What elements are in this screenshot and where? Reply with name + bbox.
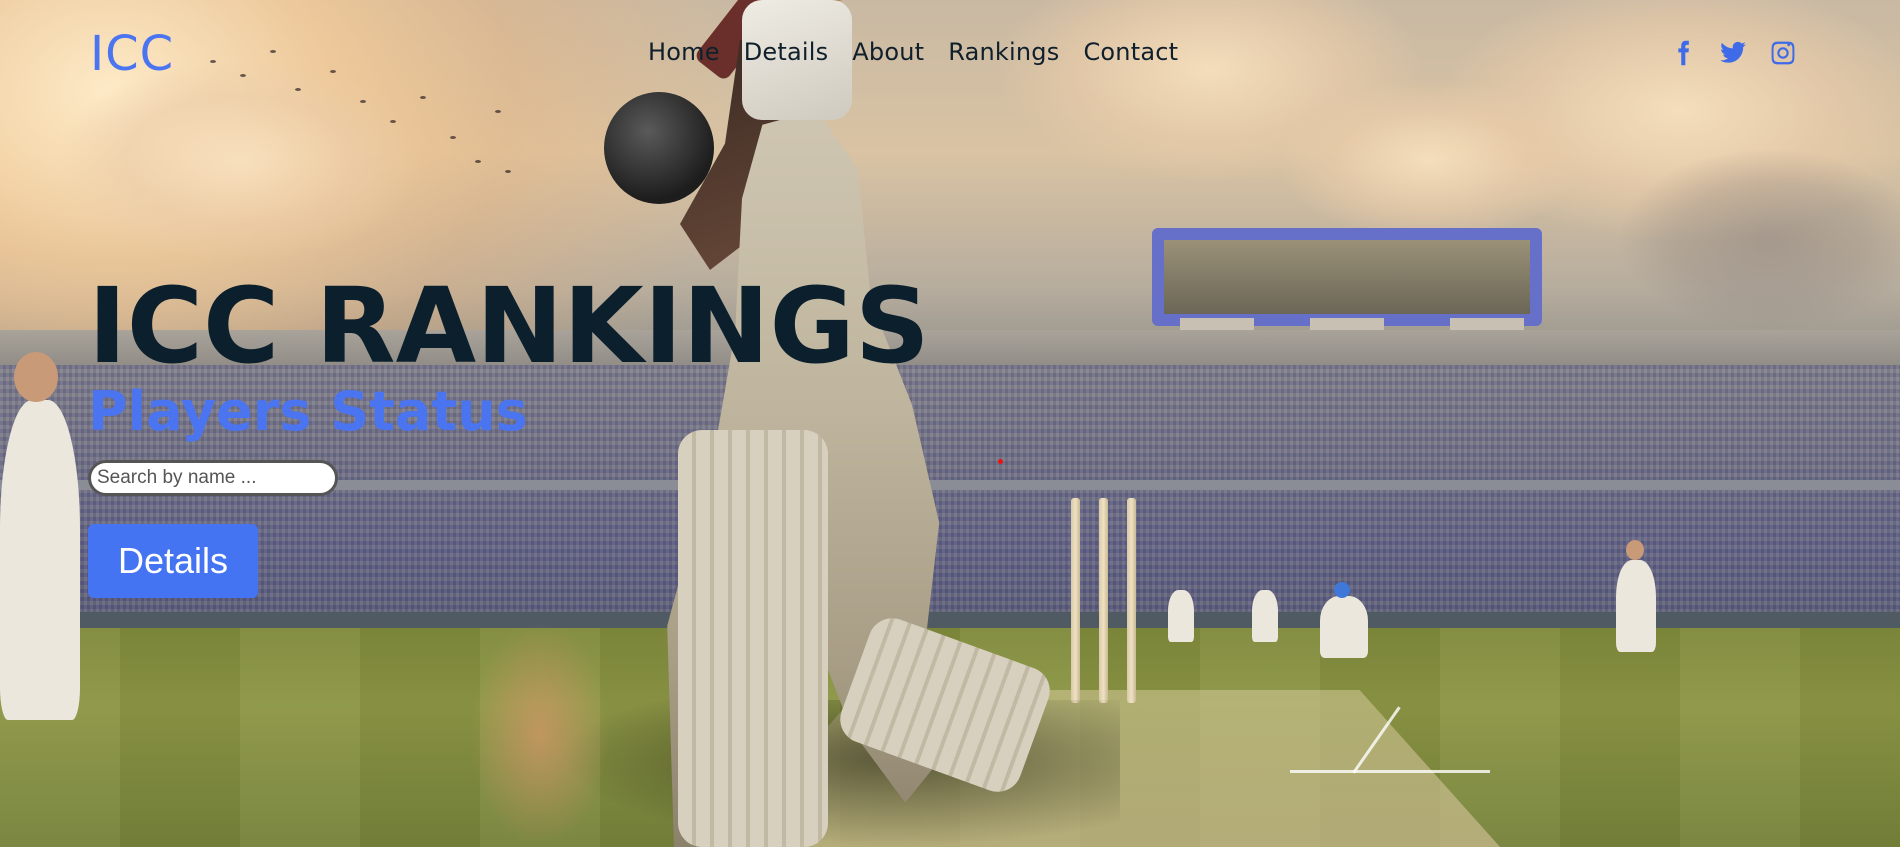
scoreboard <box>1152 228 1542 326</box>
nav-link-home[interactable]: Home <box>648 38 720 66</box>
fielder <box>0 400 80 720</box>
details-button[interactable]: Details <box>88 524 258 598</box>
hero-section: ICC RANKINGS Players Status Details <box>88 270 930 598</box>
fielder-head <box>1626 540 1644 560</box>
nav-link-details[interactable]: Details <box>744 38 829 66</box>
site-header: ICC Home Details About Rankings Contact <box>0 0 1900 110</box>
main-nav: Home Details About Rankings Contact <box>648 38 1178 66</box>
fielder <box>1616 560 1656 652</box>
fielder-head <box>14 352 58 402</box>
cloud <box>1620 150 1900 330</box>
crease-line <box>1290 770 1490 773</box>
site-logo[interactable]: ICC <box>90 26 174 82</box>
stump <box>1127 498 1136 703</box>
instagram-icon[interactable] <box>1768 38 1798 68</box>
social-links <box>1668 38 1798 68</box>
facebook-icon[interactable] <box>1668 38 1698 68</box>
hero-subtitle: Players Status <box>88 380 528 443</box>
twitter-icon[interactable] <box>1718 38 1748 68</box>
fielder <box>1252 590 1278 642</box>
stump <box>1099 498 1108 703</box>
fielder-head <box>1334 582 1350 598</box>
nav-link-contact[interactable]: Contact <box>1083 38 1178 66</box>
nav-link-about[interactable]: About <box>852 38 924 66</box>
hero-title: ICC RANKINGS <box>88 265 930 387</box>
lens-flare <box>470 620 610 847</box>
stump <box>1071 498 1080 703</box>
search-input[interactable] <box>88 460 338 496</box>
fielder <box>1320 596 1368 658</box>
red-dot <box>998 459 1003 464</box>
nav-link-rankings[interactable]: Rankings <box>948 38 1059 66</box>
fielder <box>1168 590 1194 642</box>
